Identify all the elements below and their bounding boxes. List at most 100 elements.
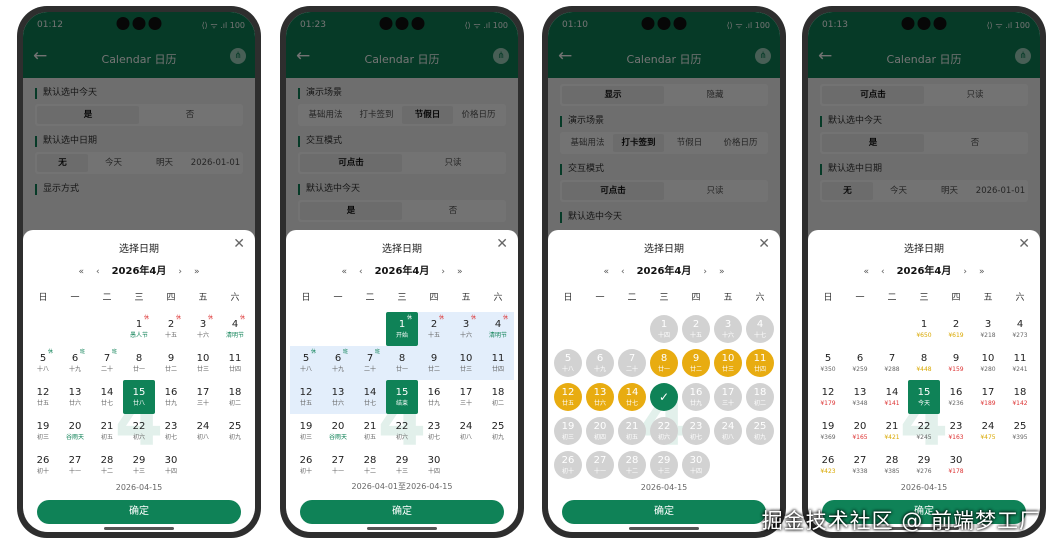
prev-year-button[interactable]: « xyxy=(863,267,869,277)
date-cell[interactable]: 3 ¥218 xyxy=(972,312,1004,346)
date-cell[interactable]: 19 初三 xyxy=(27,414,59,448)
next-month-button[interactable]: › xyxy=(441,267,445,277)
date-cell[interactable]: 4 清明节 休 xyxy=(482,312,514,346)
date-cell[interactable]: 13 廿六 xyxy=(59,380,91,414)
date-cell[interactable]: 28 ¥385 xyxy=(876,448,908,482)
date-cell[interactable]: 12 廿五 xyxy=(552,380,584,414)
date-cell[interactable]: 8 廿一 xyxy=(648,346,680,380)
date-cell[interactable]: 11 廿四 xyxy=(482,346,514,380)
date-cell[interactable]: 19 初三 xyxy=(552,414,584,448)
date-cell[interactable]: 21 初五 xyxy=(354,414,386,448)
date-cell[interactable]: 6 十九 班 xyxy=(59,346,91,380)
date-cell[interactable]: ✓ xyxy=(648,380,680,414)
date-cell[interactable]: 15 廿八 xyxy=(123,380,155,414)
next-year-button[interactable]: » xyxy=(194,267,200,277)
prev-month-button[interactable]: ‹ xyxy=(96,267,100,277)
date-cell[interactable]: 10 廿三 xyxy=(712,346,744,380)
date-cell[interactable]: 11 ¥241 xyxy=(1004,346,1036,380)
prev-year-button[interactable]: « xyxy=(603,267,609,277)
date-cell[interactable]: 25 ¥395 xyxy=(1004,414,1036,448)
date-cell[interactable]: 21 初五 xyxy=(616,414,648,448)
date-cell[interactable]: 29 十三 xyxy=(386,448,418,482)
date-cell[interactable]: 8 廿一 xyxy=(123,346,155,380)
next-year-button[interactable]: » xyxy=(457,267,463,277)
date-cell[interactable]: 12 廿五 xyxy=(27,380,59,414)
next-month-button[interactable]: › xyxy=(963,267,967,277)
date-cell[interactable]: 17 ¥189 xyxy=(972,380,1004,414)
date-cell[interactable]: 14 廿七 xyxy=(354,380,386,414)
date-cell[interactable]: 29 ¥276 xyxy=(908,448,940,482)
date-cell[interactable]: 24 初八 xyxy=(712,414,744,448)
date-cell[interactable]: 6 ¥259 xyxy=(844,346,876,380)
date-cell[interactable]: 25 初九 xyxy=(219,414,251,448)
date-cell[interactable]: 11 廿四 xyxy=(744,346,776,380)
date-cell[interactable]: 16 ¥236 xyxy=(940,380,972,414)
date-cell[interactable]: 1 开始 休 xyxy=(386,312,418,346)
date-cell[interactable]: 27 ¥338 xyxy=(844,448,876,482)
date-cell[interactable]: 21 初五 xyxy=(91,414,123,448)
date-cell[interactable]: 2 十五 xyxy=(680,312,712,346)
date-cell[interactable]: 17 三十 xyxy=(187,380,219,414)
date-cell[interactable]: 5 ¥350 xyxy=(812,346,844,380)
date-cell[interactable]: 18 初二 xyxy=(219,380,251,414)
date-cell[interactable]: 20 初四 xyxy=(584,414,616,448)
date-cell[interactable]: 20 ¥165 xyxy=(844,414,876,448)
date-cell[interactable]: 10 廿三 xyxy=(187,346,219,380)
date-cell[interactable]: 3 十六 休 xyxy=(187,312,219,346)
date-cell[interactable]: 9 廿二 xyxy=(680,346,712,380)
date-cell[interactable]: 7 ¥288 xyxy=(876,346,908,380)
close-icon[interactable]: ✕ xyxy=(233,236,245,252)
date-cell[interactable]: 14 廿七 xyxy=(91,380,123,414)
date-cell[interactable]: 27 十一 xyxy=(584,448,616,482)
next-month-button[interactable]: › xyxy=(178,267,182,277)
date-cell[interactable]: 18 ¥142 xyxy=(1004,380,1036,414)
close-icon[interactable]: ✕ xyxy=(496,236,508,252)
date-cell[interactable]: 16 廿九 xyxy=(155,380,187,414)
next-year-button[interactable]: » xyxy=(719,267,725,277)
date-cell[interactable]: 17 三十 xyxy=(712,380,744,414)
date-cell[interactable]: 9 廿二 xyxy=(418,346,450,380)
date-cell[interactable]: 23 初七 xyxy=(155,414,187,448)
date-cell[interactable]: 19 初三 xyxy=(290,414,322,448)
date-cell[interactable]: 14 ¥141 xyxy=(876,380,908,414)
date-cell[interactable]: 12 ¥179 xyxy=(812,380,844,414)
date-cell[interactable]: 24 ¥475 xyxy=(972,414,1004,448)
date-cell[interactable]: 30 十四 xyxy=(680,448,712,482)
date-cell[interactable]: 3 十六 xyxy=(712,312,744,346)
close-icon[interactable]: ✕ xyxy=(758,236,770,252)
date-cell[interactable]: 12 廿五 xyxy=(290,380,322,414)
date-cell[interactable]: 27 十一 xyxy=(59,448,91,482)
date-cell[interactable]: 30 十四 xyxy=(155,448,187,482)
date-cell[interactable]: 28 十二 xyxy=(616,448,648,482)
next-year-button[interactable]: » xyxy=(979,267,985,277)
prev-month-button[interactable]: ‹ xyxy=(359,267,363,277)
date-cell[interactable]: 29 十三 xyxy=(648,448,680,482)
date-cell[interactable]: 22 初六 xyxy=(648,414,680,448)
next-month-button[interactable]: › xyxy=(703,267,707,277)
confirm-button[interactable]: 确定 xyxy=(300,500,504,524)
date-cell[interactable]: 2 ¥619 xyxy=(940,312,972,346)
date-cell[interactable]: 22 ¥245 xyxy=(908,414,940,448)
date-cell[interactable]: 14 廿七 xyxy=(616,380,648,414)
date-cell[interactable]: 20 谷雨天 xyxy=(59,414,91,448)
date-cell[interactable]: 1 十四 xyxy=(648,312,680,346)
date-cell[interactable]: 30 十四 xyxy=(418,448,450,482)
date-cell[interactable]: 8 ¥448 xyxy=(908,346,940,380)
date-cell[interactable]: 7 二十 xyxy=(616,346,648,380)
close-icon[interactable]: ✕ xyxy=(1018,236,1030,252)
date-cell[interactable]: 15 今天 xyxy=(908,380,940,414)
date-cell[interactable]: 2 十五 休 xyxy=(155,312,187,346)
date-cell[interactable]: 6 十九 xyxy=(584,346,616,380)
date-cell[interactable]: 23 初七 xyxy=(418,414,450,448)
date-cell[interactable]: 7 二十 班 xyxy=(354,346,386,380)
date-cell[interactable]: 26 初十 xyxy=(27,448,59,482)
date-cell[interactable]: 10 廿三 xyxy=(450,346,482,380)
date-cell[interactable]: 23 ¥163 xyxy=(940,414,972,448)
date-cell[interactable]: 22 初六 xyxy=(386,414,418,448)
date-cell[interactable]: 27 十一 xyxy=(322,448,354,482)
date-cell[interactable]: 28 十二 xyxy=(91,448,123,482)
date-cell[interactable]: 16 廿九 xyxy=(680,380,712,414)
date-cell[interactable]: 30 ¥178 xyxy=(940,448,972,482)
date-cell[interactable]: 25 初九 xyxy=(744,414,776,448)
date-cell[interactable]: 3 十六 休 xyxy=(450,312,482,346)
